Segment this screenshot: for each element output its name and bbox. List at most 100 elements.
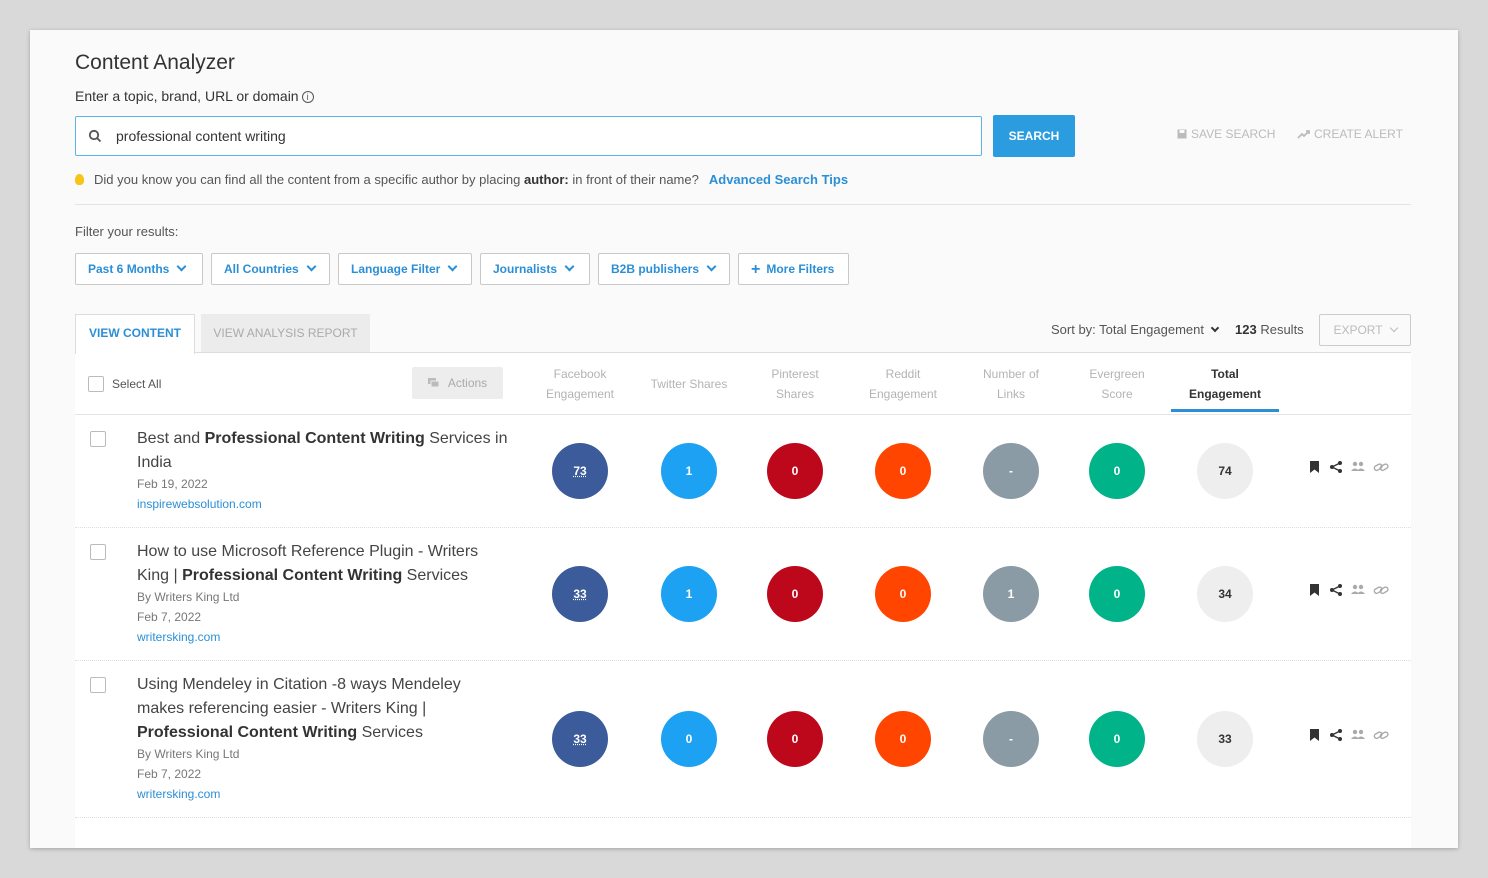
search-instructions: Enter a topic, brand, URL or domain i — [75, 88, 314, 104]
row-checkbox[interactable] — [90, 677, 106, 693]
share-icon[interactable] — [1330, 729, 1342, 741]
row-actions — [1303, 584, 1403, 604]
article-domain-link[interactable]: writersking.com — [137, 627, 220, 647]
reddit-engagement-value: 0 — [875, 566, 931, 622]
facebook-engagement-value[interactable]: 33 — [552, 566, 608, 622]
lightbulb-icon — [75, 174, 84, 185]
facebook-engagement-value[interactable]: 33 — [552, 711, 608, 767]
total-engagement-value: 74 — [1197, 443, 1253, 499]
link-icon[interactable] — [1373, 729, 1389, 741]
info-icon[interactable]: i — [301, 91, 314, 103]
bookmark-icon[interactable] — [1310, 729, 1319, 741]
select-all-checkbox[interactable] — [88, 376, 104, 392]
influencers-icon[interactable] — [1351, 729, 1365, 741]
share-icon[interactable] — [1330, 461, 1342, 473]
table-row: Best and Professional Content Writing Se… — [75, 415, 1411, 528]
row-actions — [1303, 461, 1403, 481]
article-date: Feb 7, 2022 — [137, 610, 202, 624]
article-title-link[interactable]: How to use Microsoft Reference Plugin - … — [137, 540, 512, 588]
pinterest-shares-value: 0 — [767, 711, 823, 767]
link-icon[interactable] — [1373, 584, 1389, 596]
influencers-icon[interactable] — [1351, 584, 1365, 596]
author-search-tip: Did you know you can find all the conten… — [75, 172, 848, 187]
twitter-shares-value: 1 — [661, 443, 717, 499]
active-sort-indicator — [1171, 409, 1279, 412]
column-pinterest-shares[interactable]: Pinterest Shares — [745, 364, 845, 404]
save-search-button[interactable]: SAVE SEARCH — [1177, 127, 1275, 141]
search-input[interactable] — [116, 117, 966, 155]
table-row: How to use Microsoft Reference Plugin - … — [75, 528, 1411, 661]
reddit-engagement-value: 0 — [875, 443, 931, 499]
plus-icon: + — [751, 261, 761, 278]
column-evergreen-score[interactable]: Evergreen Score — [1067, 364, 1167, 404]
bookmark-icon[interactable] — [1310, 461, 1319, 473]
filter-journalists[interactable]: Journalists — [480, 253, 590, 285]
row-checkbox[interactable] — [90, 544, 106, 560]
divider — [75, 204, 1411, 205]
advanced-search-tips-link[interactable]: Advanced Search Tips — [709, 172, 848, 187]
number-of-links-value: - — [983, 443, 1039, 499]
chevron-down-icon — [1210, 323, 1220, 333]
more-filters-button[interactable]: + More Filters — [738, 253, 849, 285]
number-of-links-value: - — [983, 711, 1039, 767]
results-count: 123 Results — [1235, 322, 1304, 337]
column-facebook-engagement[interactable]: Facebook Engagement — [530, 364, 630, 404]
number-of-links-value: 1 — [983, 566, 1039, 622]
page-title: Content Analyzer — [75, 51, 235, 74]
chevron-down-icon — [447, 261, 458, 272]
chevron-down-icon — [176, 261, 187, 272]
total-engagement-value: 33 — [1197, 711, 1253, 767]
column-number-of-links[interactable]: Number of Links — [961, 364, 1061, 404]
filter-language[interactable]: Language Filter — [338, 253, 472, 285]
article-author: By Writers King Ltd — [137, 590, 240, 604]
share-icon[interactable] — [1330, 584, 1342, 596]
select-all-label[interactable]: Select All — [112, 377, 161, 391]
link-icon[interactable] — [1373, 461, 1389, 473]
filter-date-range[interactable]: Past 6 Months — [75, 253, 203, 285]
bookmark-icon[interactable] — [1310, 584, 1319, 596]
article-domain-link[interactable]: inspirewebsolution.com — [137, 494, 262, 514]
chevron-down-icon — [1389, 323, 1398, 333]
facebook-engagement-value[interactable]: 73 — [552, 443, 608, 499]
table-header: Select All Actions Facebook Engagement Tw… — [75, 353, 1411, 415]
content-analyzer-panel: Content Analyzer Enter a topic, brand, U… — [30, 30, 1458, 848]
tab-view-content[interactable]: VIEW CONTENT — [75, 314, 195, 354]
evergreen-score-value: 0 — [1089, 443, 1145, 499]
actions-button[interactable]: Actions — [412, 367, 503, 399]
pinterest-shares-value: 0 — [767, 443, 823, 499]
chevron-down-icon — [706, 261, 717, 272]
twitter-shares-value: 1 — [661, 566, 717, 622]
filter-b2b-publishers[interactable]: B2B publishers — [598, 253, 730, 285]
pinterest-shares-value: 0 — [767, 566, 823, 622]
column-reddit-engagement[interactable]: Reddit Engagement — [853, 364, 953, 404]
evergreen-score-value: 0 — [1089, 566, 1145, 622]
results-table: Select All Actions Facebook Engagement Tw… — [75, 352, 1411, 848]
create-alert-button[interactable]: CREATE ALERT — [1297, 127, 1403, 141]
row-checkbox[interactable] — [90, 431, 106, 447]
filter-countries[interactable]: All Countries — [211, 253, 330, 285]
total-engagement-value: 34 — [1197, 566, 1253, 622]
column-twitter-shares[interactable]: Twitter Shares — [639, 374, 739, 394]
search-icon — [88, 129, 102, 143]
column-total-engagement[interactable]: Total Engagement — [1175, 364, 1275, 404]
tab-view-analysis-report[interactable]: VIEW ANALYSIS REPORT — [201, 314, 370, 352]
article-title-link[interactable]: Best and Professional Content Writing Se… — [137, 427, 512, 475]
article-title-link[interactable]: Using Mendeley in Citation -8 ways Mende… — [137, 673, 497, 745]
sort-dropdown[interactable]: Sort by: Total Engagement — [1051, 322, 1220, 337]
reddit-engagement-value: 0 — [875, 711, 931, 767]
table-row: Using Mendeley in Citation -8 ways Mende… — [75, 661, 1411, 818]
article-date: Feb 19, 2022 — [137, 477, 208, 491]
trend-icon — [1297, 130, 1310, 139]
export-button[interactable]: EXPORT — [1319, 314, 1411, 346]
row-actions — [1303, 729, 1403, 749]
evergreen-score-value: 0 — [1089, 711, 1145, 767]
article-date: Feb 7, 2022 — [137, 767, 202, 781]
copy-icon — [427, 378, 440, 388]
article-author: By Writers King Ltd — [137, 747, 240, 761]
filter-label: Filter your results: — [75, 224, 179, 239]
search-button[interactable]: SEARCH — [993, 115, 1075, 157]
influencers-icon[interactable] — [1351, 461, 1365, 473]
twitter-shares-value: 0 — [661, 711, 717, 767]
search-field[interactable] — [75, 116, 982, 156]
article-domain-link[interactable]: writersking.com — [137, 784, 220, 804]
